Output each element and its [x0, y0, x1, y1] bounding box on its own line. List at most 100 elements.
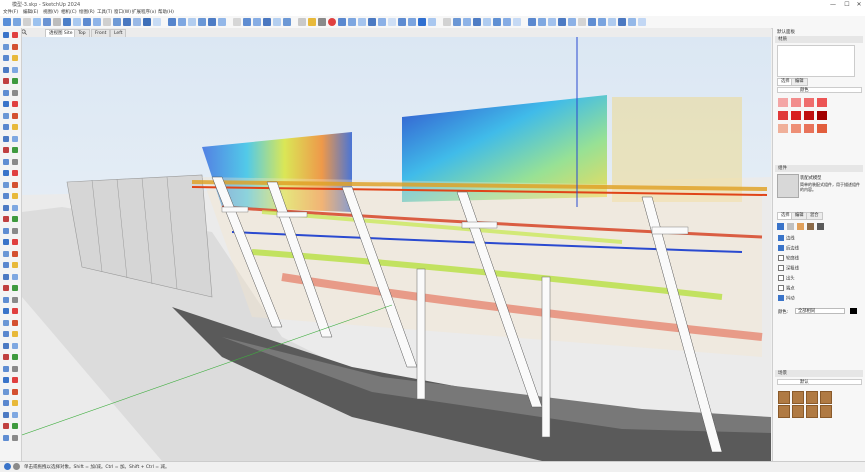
gear-icon[interactable] — [318, 18, 326, 26]
edge-color-swatch[interactable] — [850, 308, 857, 314]
protractor-icon[interactable] — [598, 18, 606, 26]
position-camera-tool-icon[interactable] — [12, 400, 18, 406]
dimension-tool-icon[interactable] — [12, 250, 18, 257]
section-tool-icon[interactable] — [12, 227, 18, 234]
watermark-style-icon[interactable] — [807, 223, 814, 230]
scale-tool-icon[interactable] — [3, 135, 9, 142]
walk-tool-icon[interactable] — [12, 204, 18, 211]
subtract-icon[interactable] — [408, 18, 416, 26]
component-thumbnail[interactable] — [778, 405, 790, 418]
component-thumbnail[interactable] — [792, 391, 804, 404]
axes-icon[interactable] — [548, 18, 556, 26]
paint-bucket-icon[interactable] — [618, 18, 626, 26]
select-tool-icon[interactable] — [3, 18, 11, 26]
menu-help[interactable]: 帮助(H) — [158, 9, 174, 16]
polygon-tool-icon[interactable] — [3, 331, 9, 337]
circle-tool-icon[interactable] — [12, 319, 18, 326]
zoom-window-tool-icon[interactable] — [12, 365, 18, 372]
push-pull-tool-icon[interactable] — [12, 101, 18, 107]
sandbox-icon[interactable] — [443, 18, 451, 26]
3d-text-tool-icon[interactable] — [12, 273, 18, 280]
eraser-tool-icon[interactable] — [3, 43, 9, 50]
circle-tool-icon[interactable] — [3, 319, 9, 326]
info-icon[interactable] — [4, 463, 11, 470]
section-fill-tool-icon[interactable] — [12, 411, 18, 418]
arc-tool-icon[interactable] — [12, 78, 18, 84]
tape-tool-icon[interactable] — [3, 158, 9, 165]
drape-icon[interactable] — [473, 18, 481, 26]
select-tool-icon[interactable] — [12, 32, 18, 38]
text-tool-icon[interactable] — [12, 262, 18, 268]
menu-camera[interactable]: 相机(C) — [61, 9, 77, 16]
face-style-icon[interactable] — [787, 223, 794, 230]
edge-setting-row[interactable]: 端点 — [778, 285, 795, 293]
zoom-extents-tool-icon[interactable] — [12, 377, 18, 383]
freehand-tool-icon[interactable] — [3, 342, 9, 349]
textured-icon[interactable] — [273, 18, 281, 26]
edge-setting-checkbox[interactable] — [778, 265, 784, 271]
edge-setting-row[interactable]: 轮廓线 — [778, 255, 799, 263]
zoom-extents-tool-icon[interactable] — [3, 377, 9, 383]
material-tab-edit[interactable]: 编辑 — [791, 78, 808, 86]
offset-tool-icon[interactable] — [83, 18, 91, 26]
edge-setting-row[interactable]: 抖动 — [778, 295, 795, 303]
rotate-tool-icon[interactable] — [3, 124, 9, 130]
folder-icon[interactable] — [308, 18, 316, 26]
shadow-icon[interactable] — [528, 18, 536, 26]
component-thumbnail[interactable] — [806, 405, 818, 418]
tab-perspective[interactable]: 透视图 Site — [45, 29, 77, 37]
orbit-tool-icon[interactable] — [3, 170, 9, 176]
edge-setting-checkbox[interactable] — [778, 235, 784, 241]
position-camera-tool-icon[interactable] — [3, 400, 9, 406]
look-around-tool-icon[interactable] — [12, 216, 18, 222]
material-swatch[interactable] — [804, 111, 814, 120]
material-swatch[interactable] — [778, 124, 788, 133]
menu-extensions[interactable]: 扩展程序(x) — [132, 9, 156, 16]
zoom-tool-icon[interactable] — [143, 18, 151, 26]
extension-icon[interactable] — [348, 18, 356, 26]
rectangle-tool-icon[interactable] — [33, 18, 41, 26]
edge-setting-row[interactable]: 后边线 — [778, 245, 799, 253]
material-swatch[interactable] — [778, 98, 788, 107]
rectangle-tool-icon[interactable] — [3, 89, 9, 96]
material-swatch[interactable] — [791, 98, 801, 107]
solid-tools-icon[interactable] — [368, 18, 376, 26]
edge-setting-row[interactable]: 深粗线 — [778, 265, 799, 273]
paint-tool-icon[interactable] — [113, 18, 121, 26]
offset-tool-icon[interactable] — [12, 147, 18, 153]
walk-icon[interactable] — [568, 18, 576, 26]
menu-file[interactable]: 文件(F) — [3, 9, 18, 16]
split-icon[interactable] — [428, 18, 436, 26]
material-swatch[interactable] — [778, 111, 788, 120]
move-tool-icon[interactable] — [3, 112, 9, 119]
trim-icon[interactable] — [418, 18, 426, 26]
component-panel-header[interactable]: 组件 — [775, 165, 863, 172]
zoom-extents-icon[interactable] — [153, 18, 161, 26]
walk-tool-icon[interactable] — [3, 204, 9, 211]
stop-icon[interactable] — [328, 18, 336, 26]
push-pull-tool-icon[interactable] — [3, 101, 9, 107]
trim-tool-icon[interactable] — [12, 434, 18, 441]
section-plane-icon[interactable] — [298, 18, 306, 26]
menu-tools[interactable]: 工具(T) — [97, 9, 112, 16]
user-icon[interactable] — [13, 463, 20, 470]
rotate-tool-icon[interactable] — [12, 124, 18, 130]
polygon-tool-icon[interactable] — [12, 331, 18, 337]
stamp-icon[interactable] — [463, 18, 471, 26]
3d-text-icon[interactable] — [608, 18, 616, 26]
orbit-tool-icon[interactable] — [12, 170, 18, 176]
scale-tool-icon[interactable] — [73, 18, 81, 26]
fog-icon[interactable] — [538, 18, 546, 26]
zoom-tool-icon[interactable] — [12, 193, 18, 199]
protractor-tool-icon[interactable] — [3, 285, 9, 291]
flip-edge-icon[interactable] — [493, 18, 501, 26]
menu-edit[interactable]: 编辑(E) — [23, 9, 38, 16]
background-style-icon[interactable] — [797, 223, 804, 230]
hidden-line-icon[interactable] — [253, 18, 261, 26]
pan-tool-icon[interactable] — [3, 181, 9, 188]
position-camera-icon[interactable] — [558, 18, 566, 26]
3d-text-tool-icon[interactable] — [3, 273, 9, 280]
edge-setting-row[interactable]: 出头 — [778, 275, 795, 283]
monochrome-icon[interactable] — [283, 18, 291, 26]
front-view-icon[interactable] — [188, 18, 196, 26]
